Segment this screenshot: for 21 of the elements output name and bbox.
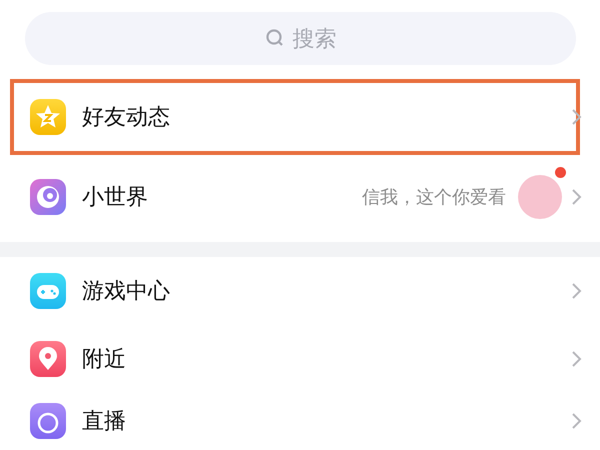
chevron-right-icon bbox=[570, 108, 582, 126]
menu-label: 游戏中心 bbox=[82, 278, 170, 306]
chevron-right-icon bbox=[570, 350, 582, 368]
menu-item[interactable]: 好友动态 bbox=[10, 79, 580, 155]
menu-label: 小世界 bbox=[82, 184, 148, 212]
preview-text: 信我，这个你爱看 bbox=[362, 186, 506, 209]
menu-item[interactable]: 游戏中心 bbox=[10, 257, 580, 325]
menu-label: 附近 bbox=[82, 346, 126, 374]
chevron-right-icon bbox=[570, 282, 582, 300]
location-pin-icon bbox=[30, 341, 66, 377]
menu-label: 好友动态 bbox=[82, 104, 170, 132]
chevron-right-icon bbox=[570, 188, 582, 206]
live-icon bbox=[30, 403, 66, 439]
gamepad-icon bbox=[30, 273, 66, 309]
menu-label: 直播 bbox=[82, 408, 126, 436]
menu-item[interactable]: 直播 bbox=[10, 393, 580, 449]
menu-item[interactable]: 小世界 信我，这个你爱看 bbox=[10, 155, 580, 239]
crescent-icon bbox=[30, 179, 66, 215]
chevron-right-icon bbox=[570, 412, 582, 430]
menu-item[interactable]: 附近 bbox=[10, 325, 580, 393]
star-icon bbox=[30, 99, 66, 135]
